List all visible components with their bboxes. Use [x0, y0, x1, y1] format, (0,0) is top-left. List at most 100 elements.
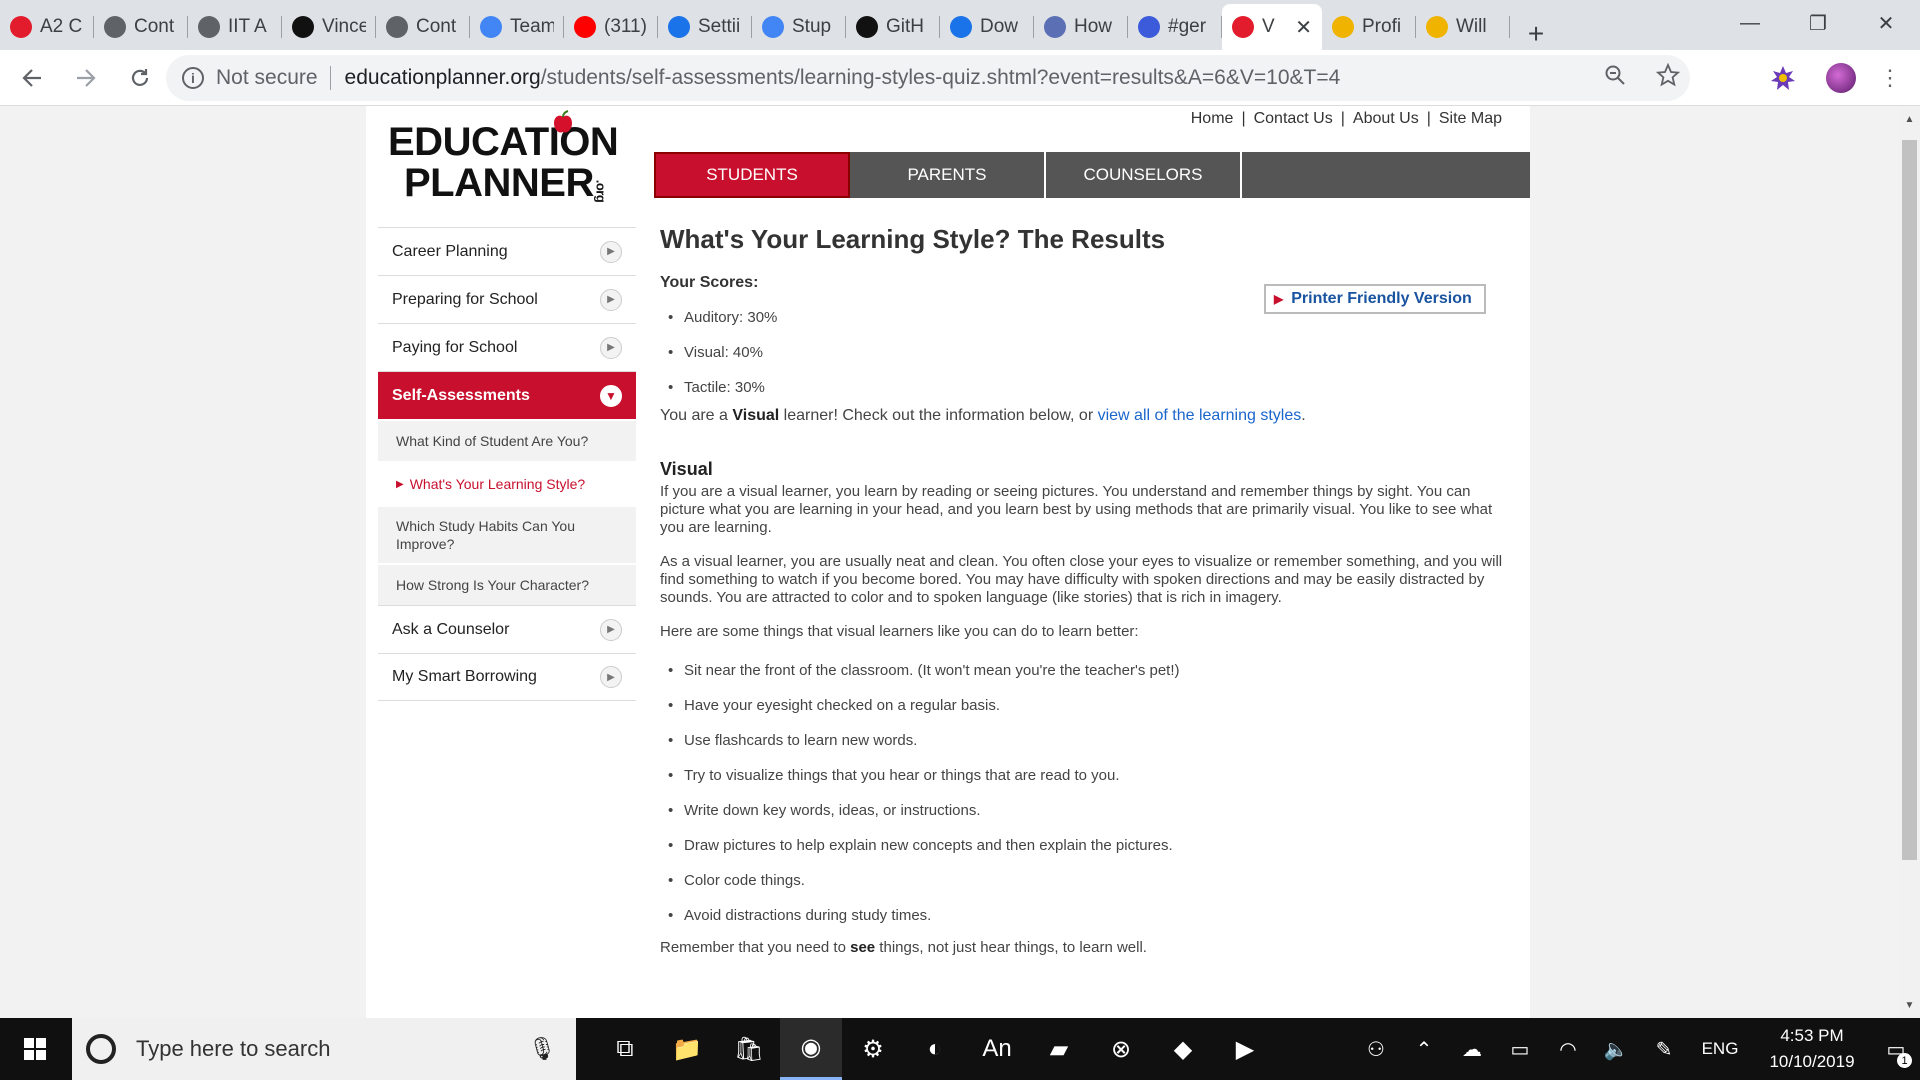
- forward-arrow-icon: [77, 68, 96, 87]
- browser-tab[interactable]: GitH: [846, 4, 940, 50]
- browser-tab[interactable]: Settii: [658, 4, 752, 50]
- score-item: Visual: 40%: [660, 335, 1510, 370]
- nav-tab-students[interactable]: STUDENTS: [654, 152, 850, 198]
- sidebar-item-label: Paying for School: [392, 338, 518, 356]
- top-link-home[interactable]: Home: [1183, 110, 1242, 128]
- browser-tab[interactable]: Team: [470, 4, 564, 50]
- sidebar-subitem-character[interactable]: How Strong Is Your Character?: [378, 563, 636, 605]
- utility-links: Home | Contact Us | About Us | Site Map: [1183, 110, 1510, 128]
- new-tab-button[interactable]: +: [1516, 18, 1556, 50]
- action-center-icon[interactable]: ▭ 1: [1872, 1018, 1920, 1080]
- nav-tab-parents[interactable]: PARENTS: [850, 152, 1046, 198]
- sidebar-item-self-assessments[interactable]: Self-Assessments ▼: [378, 371, 636, 419]
- task-view-icon[interactable]: ⧉: [594, 1018, 656, 1080]
- globe-icon: [198, 16, 220, 38]
- tab-title: Cont: [416, 16, 457, 37]
- show-hidden-icons-icon[interactable]: ⌃: [1400, 1018, 1448, 1080]
- browser-tab[interactable]: Dow: [940, 4, 1034, 50]
- forward-button[interactable]: [64, 56, 108, 100]
- bookmark-star-icon[interactable]: [1655, 62, 1681, 93]
- minimize-button[interactable]: —: [1716, 0, 1784, 46]
- settings-icon[interactable]: ⚙: [842, 1018, 904, 1080]
- tab-title: Profi: [1362, 16, 1402, 37]
- top-link-about-us[interactable]: About Us: [1345, 110, 1427, 128]
- file-explorer-icon[interactable]: 📁: [656, 1018, 718, 1080]
- sticky-notes-icon[interactable]: ▰: [1028, 1018, 1090, 1080]
- back-button[interactable]: [10, 56, 54, 100]
- browser-tab[interactable]: Cont: [94, 4, 188, 50]
- browser-tab[interactable]: Stup: [752, 4, 846, 50]
- tab-title: Will: [1456, 16, 1487, 37]
- vertical-scrollbar[interactable]: ▲ ▼: [1899, 106, 1920, 1018]
- sidebar-item-career-planning[interactable]: Career Planning ▶: [378, 227, 636, 275]
- cex-icon[interactable]: ⊗: [1090, 1018, 1152, 1080]
- menu-icon[interactable]: ⋮: [1870, 50, 1910, 106]
- microphone-icon[interactable]: 🎙: [528, 1036, 556, 1062]
- sidebar-nav: Career Planning ▶ Preparing for School ▶…: [378, 227, 636, 701]
- address-divider: [329, 66, 331, 90]
- close-window-button[interactable]: ✕: [1852, 0, 1920, 46]
- battery-icon[interactable]: ▭: [1496, 1018, 1544, 1080]
- tab-title: GitH: [886, 16, 924, 37]
- chevron-down-icon: ▼: [600, 384, 622, 407]
- browser-tab[interactable]: (311): [564, 4, 658, 50]
- extension-icon[interactable]: [1760, 50, 1806, 106]
- onedrive-icon[interactable]: ☁: [1448, 1018, 1496, 1080]
- store-icon[interactable]: 🛍: [718, 1018, 780, 1080]
- language-indicator[interactable]: ENG: [1688, 1039, 1752, 1059]
- nav-tab-counselors[interactable]: COUNSELORS: [1046, 152, 1242, 198]
- pen-icon[interactable]: ✎: [1640, 1018, 1688, 1080]
- sidebar-item-my-smart-borrowing[interactable]: My Smart Borrowing ▶: [378, 653, 636, 701]
- git-icon[interactable]: ◆: [1152, 1018, 1214, 1080]
- top-link-site-map[interactable]: Site Map: [1431, 110, 1510, 128]
- close-tab-icon[interactable]: ✕: [1295, 15, 1312, 40]
- browser-tab[interactable]: A2 C: [0, 4, 94, 50]
- system-clock[interactable]: 4:53 PM 10/10/2019: [1752, 1023, 1872, 1075]
- chrome-icon[interactable]: ◉: [780, 1018, 842, 1080]
- browser-tab[interactable]: Will: [1416, 4, 1510, 50]
- browser-tab[interactable]: How: [1034, 4, 1128, 50]
- browser-tab[interactable]: IIT A: [188, 4, 282, 50]
- omnibox-actions: [1604, 55, 1681, 101]
- people-icon[interactable]: ⚇: [1352, 1018, 1400, 1080]
- sidebar-item-ask-a-counselor[interactable]: Ask a Counselor ▶: [378, 605, 636, 653]
- windows-taskbar: Type here to search 🎙 ⧉ 📁 🛍 ◉ ⚙ ◐ An ▰ ⊗ ◆ ▶ ⚇ ⌃ ☁…: [0, 1018, 1920, 1080]
- browser-tab[interactable]: #ger: [1128, 4, 1222, 50]
- sidebar-subitem-label: What Kind of Student Are You?: [396, 433, 589, 449]
- wifi-icon[interactable]: ◠: [1544, 1018, 1592, 1080]
- eclipse-icon[interactable]: ◐: [904, 1018, 966, 1080]
- scroll-down-icon[interactable]: ▼: [1899, 996, 1920, 1014]
- start-button[interactable]: [0, 1018, 70, 1080]
- maximize-button[interactable]: ❐: [1784, 0, 1852, 46]
- page-container: EDUCATION PLANNER .org Home | Contact Us | Ab…: [366, 106, 1530, 1018]
- sidebar-subitem-student-type[interactable]: What Kind of Student Are You?: [378, 419, 636, 461]
- animate-icon[interactable]: An: [966, 1018, 1028, 1080]
- reload-icon: [131, 68, 149, 86]
- browser-tab[interactable]: Cont: [376, 4, 470, 50]
- visual-description: If you are a visual learner, you learn b…: [660, 483, 1493, 536]
- zoom-icon[interactable]: [1604, 64, 1626, 92]
- sidebar-item-preparing-for-school[interactable]: Preparing for School ▶: [378, 275, 636, 323]
- sidebar-subitem-study-habits[interactable]: Which Study Habits Can You Improve?: [378, 505, 636, 563]
- browser-tab[interactable]: Vince: [282, 4, 376, 50]
- education-planner-logo[interactable]: EDUCATION PLANNER .org: [388, 110, 619, 210]
- media-player-icon[interactable]: ▶: [1214, 1018, 1276, 1080]
- volume-icon[interactable]: 🔈: [1592, 1018, 1640, 1080]
- address-bar[interactable]: i Not secure educationplanner.org/studen…: [166, 55, 1690, 101]
- cortana-icon: [86, 1034, 116, 1064]
- sidebar-subitem-learning-style[interactable]: What's Your Learning Style?: [378, 461, 636, 505]
- scroll-thumb[interactable]: [1902, 140, 1917, 860]
- browser-tab[interactable]: V ✕: [1222, 4, 1322, 50]
- top-link-contact-us[interactable]: Contact Us: [1246, 110, 1341, 128]
- tab-title: Stup: [792, 16, 832, 37]
- tip-item: Draw pictures to help explain new concep…: [660, 828, 1510, 863]
- play-arrow-icon: ▶: [600, 336, 622, 359]
- reload-button[interactable]: [118, 56, 162, 100]
- taskbar-search-box[interactable]: Type here to search 🎙: [72, 1018, 576, 1080]
- sidebar-item-paying-for-school[interactable]: Paying for School ▶: [378, 323, 636, 371]
- info-icon[interactable]: i: [182, 67, 204, 89]
- browser-tab[interactable]: Profi: [1322, 4, 1416, 50]
- view-all-styles-link[interactable]: view all of the learning styles: [1098, 407, 1302, 424]
- profile-avatar[interactable]: [1818, 50, 1864, 106]
- scroll-up-icon[interactable]: ▲: [1899, 110, 1920, 128]
